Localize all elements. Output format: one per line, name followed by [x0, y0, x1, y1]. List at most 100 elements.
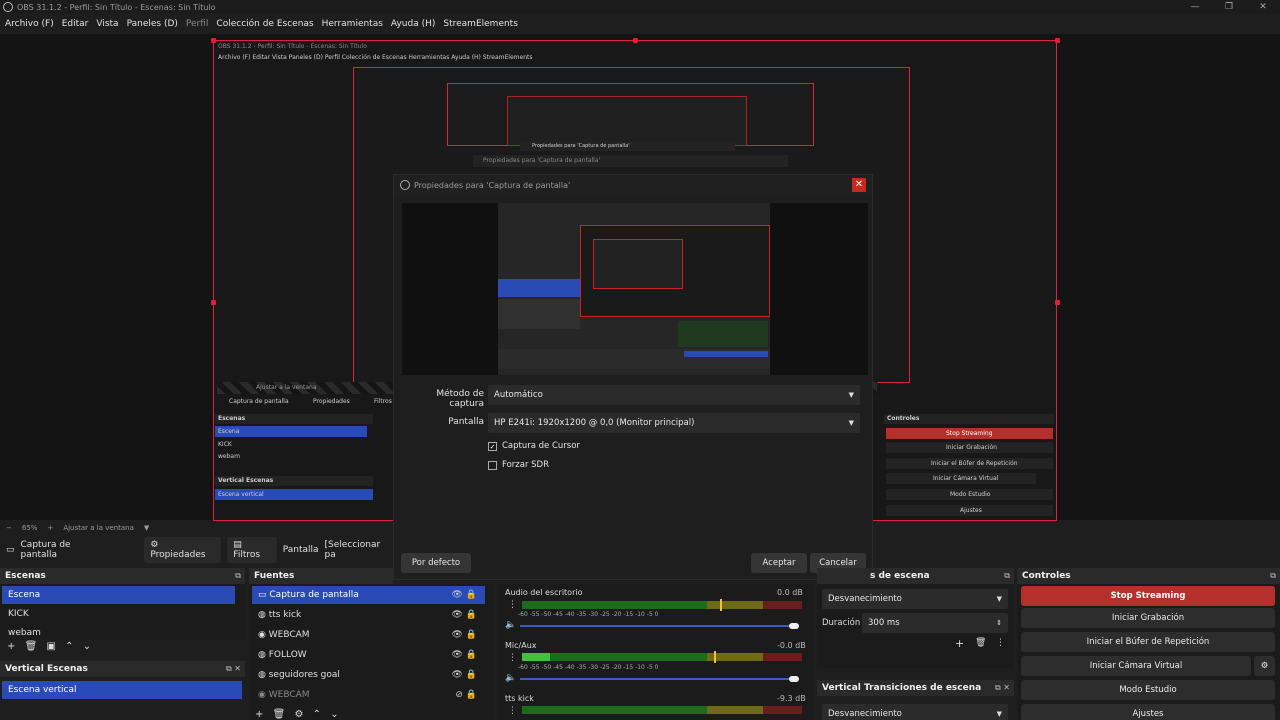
menu-streamelements[interactable]: StreamElements — [443, 19, 518, 29]
capture-cursor-checkbox[interactable]: ✓ Captura de Cursor — [488, 441, 580, 451]
kebab-menu-icon[interactable]: ⋮ — [508, 653, 517, 663]
source-item[interactable]: ◉ WEBCAM 👁 🔒 — [252, 626, 485, 644]
scene-item[interactable]: Escena — [2, 586, 235, 604]
mixer-channel-name: tts kick — [505, 694, 534, 703]
source-item[interactable]: ◍ FOLLOW 👁 🔒 — [252, 646, 485, 664]
lock-icon[interactable]: 🔒 — [466, 650, 477, 660]
source-item[interactable]: ◉ WEBCAM ⊘ 🔒 — [252, 686, 485, 704]
chevron-up-icon[interactable]: ⌃ — [313, 709, 321, 720]
source-item[interactable]: ◍ tts kick 👁 🔒 — [252, 606, 485, 624]
eye-icon[interactable]: 👁 — [451, 610, 462, 620]
volume-slider[interactable] — [520, 625, 796, 627]
studio-mode-button[interactable]: Modo Estudio — [1021, 680, 1275, 700]
capture-method-select[interactable]: Automático ▼ — [488, 385, 860, 405]
eye-icon[interactable]: 👁 — [451, 590, 462, 600]
speaker-icon[interactable]: 🔈 — [505, 620, 516, 630]
lock-icon[interactable]: 🔒 — [466, 630, 477, 640]
maximize-button[interactable]: ❐ — [1212, 0, 1246, 14]
kebab-menu-icon[interactable]: ⋮ — [508, 706, 517, 716]
vertical-scenes-header: Vertical Escenas ⧉ ✕ — [0, 661, 245, 677]
duration-input[interactable]: 300 ms ⇕ — [862, 613, 1008, 633]
nested-scenes-head: Escenas — [215, 414, 373, 424]
dialog-close-button[interactable]: ✕ — [852, 178, 866, 192]
obs-logo-icon — [3, 2, 13, 12]
volume-slider[interactable] — [520, 678, 796, 680]
accept-button[interactable]: Aceptar — [751, 553, 807, 573]
eye-icon[interactable]: 👁 — [451, 630, 462, 640]
virtual-camera-button[interactable]: Iniciar Cámara Virtual — [1021, 656, 1251, 676]
eye-icon[interactable]: 👁 — [451, 650, 462, 660]
menu-archivo[interactable]: Archivo (F) — [5, 19, 54, 29]
resize-handle[interactable] — [1055, 300, 1060, 305]
menu-herramientas[interactable]: Herramientas — [322, 19, 383, 29]
menu-ayuda[interactable]: Ayuda (H) — [391, 19, 435, 29]
title-bar: OBS 31.1.2 - Perfil: Sin Título - Escena… — [0, 0, 1280, 14]
trash-icon[interactable]: 🗑 — [273, 709, 286, 720]
vertical-transition-select[interactable]: Desvanecimiento ▼ — [822, 704, 1008, 720]
close-icon[interactable]: ⧉ ✕ — [995, 680, 1010, 696]
menu-vista[interactable]: Vista — [96, 19, 118, 29]
chevron-down-icon: ▼ — [848, 419, 854, 427]
source-item[interactable]: ◍ seguidores goal 👁 🔒 — [252, 666, 485, 684]
eye-hidden-icon[interactable]: ⊘ — [455, 690, 463, 700]
properties-button[interactable]: ⚙ Propiedades — [144, 537, 222, 563]
nested-props-label: Propiedades — [313, 398, 350, 405]
add-icon[interactable]: + — [955, 637, 964, 650]
settings-button[interactable]: Ajustes — [1021, 704, 1275, 720]
filter-icon[interactable]: ▣ — [46, 641, 55, 652]
resize-handle[interactable] — [633, 38, 638, 43]
lock-icon[interactable]: 🔒 — [466, 610, 477, 620]
close-window-button[interactable]: ✕ — [1246, 0, 1280, 14]
kebab-menu-icon[interactable]: ⋮ — [996, 638, 1005, 648]
menu-perfil[interactable]: Perfil — [186, 19, 209, 29]
menu-editar[interactable]: Editar — [62, 19, 89, 29]
menu-coleccion-escenas[interactable]: Colección de Escenas — [216, 19, 313, 29]
display-select[interactable]: HP E241i: 1920x1200 @ 0,0 (Monitor princ… — [488, 413, 860, 433]
lock-icon[interactable]: 🔒 — [466, 590, 477, 600]
chevron-down-icon[interactable]: ⌄ — [83, 641, 91, 652]
float-dock-icon[interactable]: ⧉ — [1270, 568, 1276, 584]
filters-button[interactable]: ▤ Filtros — [227, 537, 277, 563]
float-dock-icon[interactable]: ⧉ — [235, 568, 241, 584]
defaults-button[interactable]: Por defecto — [401, 553, 471, 573]
resize-handle[interactable] — [211, 300, 216, 305]
obs-logo-icon — [400, 180, 410, 190]
minimize-button[interactable]: — — [1178, 0, 1212, 14]
volume-slider-knob[interactable] — [789, 623, 799, 629]
trash-icon[interactable]: 🗑 — [25, 641, 38, 652]
add-icon[interactable]: + — [255, 709, 263, 720]
scene-item[interactable]: KICK — [2, 605, 235, 623]
virtual-camera-settings-button[interactable]: ⚙ — [1254, 656, 1275, 676]
resize-handle[interactable] — [211, 38, 216, 43]
volume-slider-knob[interactable] — [789, 676, 799, 682]
speaker-icon[interactable]: 🔈 — [505, 673, 516, 683]
source-item[interactable]: ▭ Captura de pantalla 👁 🔒 — [252, 586, 485, 604]
transition-select[interactable]: Desvanecimiento ▼ — [822, 589, 1008, 609]
stepper-icon[interactable]: ⇕ — [996, 613, 1002, 633]
menu-paneles[interactable]: Paneles (D) — [127, 19, 178, 29]
zoom-in-button[interactable]: + — [47, 524, 53, 532]
trash-icon[interactable]: 🗑 — [975, 638, 986, 648]
force-sdr-checkbox[interactable]: Forzar SDR — [488, 460, 549, 470]
chevron-up-icon[interactable]: ⌃ — [65, 641, 73, 652]
resize-handle[interactable] — [1055, 38, 1060, 43]
start-recording-button[interactable]: Iniciar Grabación — [1021, 608, 1275, 628]
add-icon[interactable]: + — [7, 641, 15, 652]
scene-item[interactable]: webam — [2, 624, 235, 636]
eye-icon[interactable]: 👁 — [451, 670, 462, 680]
close-icon[interactable]: ⧉ ✕ — [226, 661, 241, 677]
lock-icon[interactable]: 🔒 — [466, 690, 477, 700]
replay-buffer-button[interactable]: Iniciar el Búfer de Repetición — [1021, 632, 1275, 652]
gear-icon[interactable]: ⚙ — [294, 709, 303, 720]
float-dock-icon[interactable]: ⧉ — [1004, 568, 1010, 584]
zoom-out-button[interactable]: − — [6, 524, 12, 532]
dialog-title-bar[interactable]: Propiedades para 'Captura de pantalla' — [394, 175, 872, 195]
display-toolbar-select[interactable]: [Seleccionar pa — [325, 540, 393, 560]
kebab-menu-icon[interactable]: ⋮ — [508, 600, 517, 610]
source-actions: + 🗑 ⚙ ⌃ ⌄ — [255, 709, 339, 720]
chevron-down-icon[interactable]: ⌄ — [330, 709, 338, 720]
vertical-scene-item[interactable]: Escena vertical — [2, 681, 242, 699]
zoom-fit-select[interactable]: Ajustar a la ventana — [63, 524, 134, 532]
lock-icon[interactable]: 🔒 — [466, 670, 477, 680]
stop-streaming-button[interactable]: Stop Streaming — [1021, 586, 1275, 606]
